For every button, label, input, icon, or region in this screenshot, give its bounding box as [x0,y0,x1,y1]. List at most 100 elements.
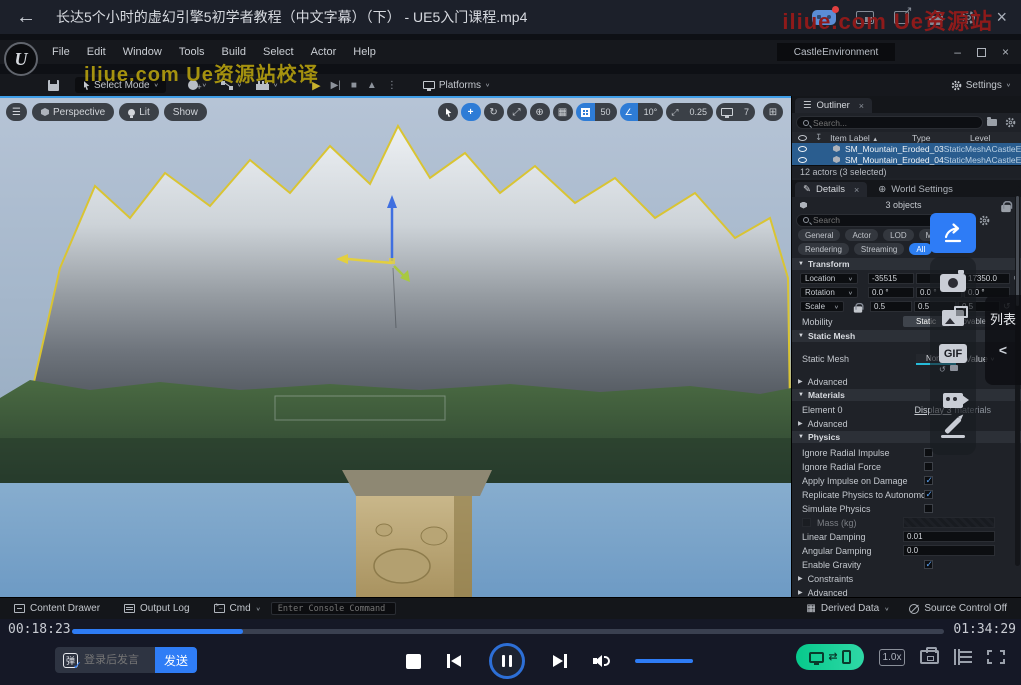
scale-x-field[interactable]: 0.5 [870,301,912,312]
fullscreen-button[interactable] [987,650,1005,664]
send-button[interactable]: 发送 [155,647,197,673]
menu-window[interactable]: Window [123,46,162,58]
ue-settings-dropdown[interactable]: Settings∨ [951,80,1011,91]
mass-override-checkbox[interactable] [802,518,811,527]
derived-data-button[interactable]: ▦Derived Data∨ [806,603,889,614]
menu-tools[interactable]: Tools [179,46,205,58]
location-x-field[interactable]: -35515 [868,273,914,284]
advanced-collapsed[interactable]: ▶Advanced [792,418,1021,429]
menu-edit[interactable]: Edit [87,46,106,58]
checkbox-checked[interactable] [924,490,933,499]
lit-dropdown[interactable]: Lit [119,103,159,121]
world-space-button[interactable]: ⊕ [530,103,550,121]
progress-bar[interactable] [72,629,944,634]
chip-actor[interactable]: Actor [845,229,878,241]
perspective-dropdown[interactable]: Perspective [32,103,114,121]
chip-general[interactable]: General [798,229,840,241]
checkbox[interactable] [924,504,933,513]
settings-sliders-button[interactable] [954,650,972,664]
eject-icon[interactable]: ▲ [367,80,377,91]
close-icon[interactable]: × [996,7,1007,28]
settings-icon[interactable] [961,10,976,25]
scale-tool-button[interactable]: ⤢ [507,103,527,121]
camera-speed-control[interactable]: 7 [716,103,755,121]
cast-button[interactable]: ⇄ [796,644,864,670]
images-button[interactable] [942,310,964,326]
danmaku-input-wrap[interactable]: 弹 [55,647,155,673]
column-level[interactable]: Level [970,133,1021,143]
visibility-eye-icon[interactable] [798,146,807,152]
menu-select[interactable]: Select [263,46,294,58]
console-command-input[interactable] [271,602,396,615]
share-button[interactable] [930,213,976,253]
checkbox[interactable] [924,462,933,471]
save-button[interactable] [48,80,59,91]
playlist-tab[interactable]: 列表 < [985,295,1021,385]
visibility-eye-icon[interactable] [798,157,807,163]
pin-column-icon[interactable]: ↧ [815,132,822,143]
details-search[interactable] [796,214,946,227]
grid-snap-control[interactable]: 50 [576,103,617,121]
pause-button[interactable] [489,643,525,679]
screenshot-camera-button[interactable] [940,274,966,292]
draw-button[interactable] [941,426,965,438]
ue-viewport[interactable]: ☰ Perspective Lit Show + ↻ ⤢ ⊕ ▦ 50 ∠ 10… [0,96,791,597]
show-dropdown[interactable]: Show [164,103,207,121]
linear-damping-field[interactable]: 0.01 [903,531,995,542]
outliner-row[interactable]: SM_Mountain_Eroded_03 StaticMeshA Castle… [792,143,1021,154]
maximize-viewport-button[interactable]: ⊞ [763,103,783,121]
ue-minimize-icon[interactable]: – [954,45,961,59]
toolbox-button[interactable] [920,650,939,664]
tab-details[interactable]: ✎Details× [795,182,867,197]
outliner-search[interactable] [796,116,983,129]
details-search-input[interactable] [813,215,939,225]
menu-build[interactable]: Build [222,46,246,58]
close-tab-icon[interactable]: × [854,185,859,195]
gif-button[interactable]: GIF ↺ [939,344,967,374]
output-log-button[interactable]: Output Log [124,603,189,614]
video-frame[interactable]: U File Edit Window Tools Build Select Ac… [0,34,1021,619]
folder-icon[interactable] [987,119,997,126]
content-drawer-button[interactable]: Content Drawer [14,603,100,614]
source-control-button[interactable]: Source Control Off [909,603,1007,614]
checkbox-checked[interactable] [924,476,933,485]
outliner-row[interactable]: SM_Mountain_Eroded_04 StaticMeshA Castle… [792,154,1021,165]
menu-file[interactable]: File [52,46,70,58]
column-type[interactable]: Type [912,133,970,143]
gamepad-icon[interactable] [812,10,836,25]
lock-icon[interactable] [929,16,941,25]
gif-option-icons[interactable]: ↺ [939,365,967,374]
platforms-dropdown[interactable]: Platforms∨ [423,80,490,91]
details-settings-icon[interactable] [979,215,990,226]
previous-button[interactable] [447,654,463,668]
constraints-collapsed[interactable]: ▶Constraints [792,573,1021,584]
volume-icon[interactable] [593,653,609,669]
ue-close-icon[interactable]: × [1002,45,1009,59]
volume-slider[interactable] [635,659,693,663]
surface-snap-button[interactable]: ▦ [553,103,573,121]
playback-speed-button[interactable]: 1.0x [879,649,905,666]
cmd-dropdown[interactable]: Cmd∨ [214,603,261,614]
rotation-dropdown[interactable]: Rotation∨ [800,287,858,298]
mass-field[interactable] [903,517,995,528]
scale-dropdown[interactable]: Scale∨ [800,301,844,312]
chip-lod[interactable]: LOD [883,229,913,241]
tab-world-settings[interactable]: ⊕World Settings [870,182,961,197]
angular-damping-field[interactable]: 0.0 [903,545,995,556]
back-button[interactable]: ← [16,6,36,29]
chip-all[interactable]: All [909,243,932,255]
stop-button[interactable] [406,654,421,669]
tab-outliner[interactable]: ☰Outliner× [795,98,872,113]
checkbox-checked[interactable] [924,560,933,569]
menu-actor[interactable]: Actor [311,46,337,58]
pip-icon[interactable] [856,11,874,24]
chip-rendering[interactable]: Rendering [798,243,849,255]
skip-frame-icon[interactable]: ▶| [331,80,341,91]
select-tool-button[interactable] [438,103,458,121]
record-video-button[interactable] [943,393,963,408]
chip-streaming[interactable]: Streaming [854,243,904,255]
scale-snap-control[interactable]: ⤢ 0.25 [666,103,713,121]
rotation-x-field[interactable]: 0.0 ° [868,287,914,298]
details-lock-icon[interactable] [1001,204,1011,211]
section-materials[interactable]: ▼Materials [792,389,1021,401]
